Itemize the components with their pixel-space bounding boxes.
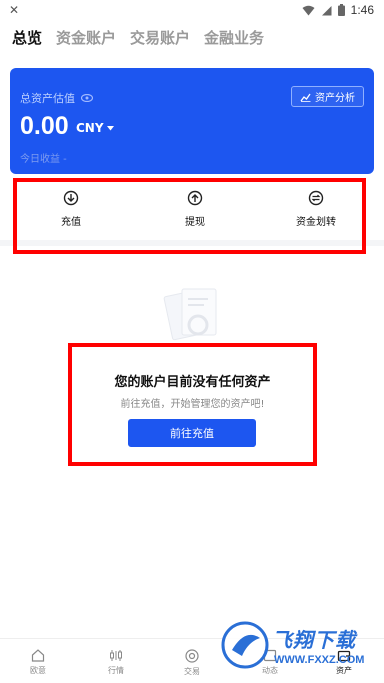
total-assets-label-row: 总资产估值 xyxy=(20,90,93,106)
nav-item-trade[interactable]: 交易 xyxy=(162,649,222,677)
watermark-text: 飞翔下载 xyxy=(272,628,356,652)
wifi-icon xyxy=(302,5,315,15)
status-icons: 1:46 xyxy=(302,3,374,17)
status-bar: ✕ 1:46 xyxy=(0,0,384,20)
asset-analysis-label: 资产分析 xyxy=(315,93,355,104)
status-time: 1:46 xyxy=(350,3,374,17)
nav-item-home[interactable]: 欧意 xyxy=(8,649,68,676)
currency-label: CNY xyxy=(76,121,104,135)
tab-funding-account[interactable]: 资金账户 xyxy=(56,27,116,48)
deposit-icon xyxy=(63,190,79,206)
transfer-action[interactable]: 资金划转 xyxy=(276,190,356,228)
tab-trading-account[interactable]: 交易账户 xyxy=(130,27,190,48)
transfer-icon xyxy=(308,190,324,206)
watermark-logo-icon xyxy=(221,621,269,669)
notification-icon: ✕ xyxy=(9,3,20,17)
total-assets-value: 0.00 xyxy=(20,112,69,140)
eye-icon[interactable] xyxy=(81,94,93,102)
tab-overview[interactable]: 总览 xyxy=(12,27,42,48)
go-deposit-button[interactable]: 前往充值 xyxy=(128,419,256,447)
account-tabs: 总览 资金账户 交易账户 金融业务 xyxy=(12,27,264,48)
empty-state-title: 您的账户目前没有任何资产 xyxy=(114,375,271,390)
nav-label-home: 欧意 xyxy=(30,666,46,675)
nav-item-market[interactable]: 行情 xyxy=(86,649,146,676)
actions-highlight-box: 充值 提现 资金划转 xyxy=(13,178,366,254)
chart-icon xyxy=(300,93,311,102)
currency-selector[interactable]: CNY xyxy=(76,121,114,135)
watermark-url: WWW.FXXZ.COM xyxy=(274,654,365,666)
deposit-action[interactable]: 充值 xyxy=(31,190,111,228)
tab-financial-services[interactable]: 金融业务 xyxy=(204,27,264,48)
empty-state-subtitle: 前往充值，开始管理您的资产吧! xyxy=(120,399,265,410)
empty-state-highlight-box: 您的账户目前没有任何资产 前往充值，开始管理您的资产吧! 前往充值 xyxy=(68,343,317,466)
trade-icon xyxy=(185,649,199,663)
today-income: 今日收益 - xyxy=(20,154,67,165)
home-icon xyxy=(31,649,45,662)
withdraw-action[interactable]: 提现 xyxy=(155,190,235,228)
transfer-label: 资金划转 xyxy=(296,217,336,228)
total-assets-label: 总资产估值 xyxy=(20,92,75,105)
withdraw-icon xyxy=(187,190,203,206)
deposit-label: 充值 xyxy=(61,217,81,228)
empty-documents-icon xyxy=(163,288,217,341)
nav-label-market: 行情 xyxy=(108,666,124,675)
site-watermark: 飞翔下载 WWW.FXXZ.COM xyxy=(218,610,378,683)
asset-analysis-button[interactable]: 资产分析 xyxy=(291,86,364,107)
caret-down-icon xyxy=(106,125,114,130)
asset-card: 总资产估值 0.00 CNY 今日收益 - 资产分析 xyxy=(10,68,374,174)
signal-icon xyxy=(321,5,332,15)
nav-label-trade: 交易 xyxy=(184,667,200,676)
market-icon xyxy=(110,650,122,661)
battery-icon xyxy=(337,4,345,16)
withdraw-label: 提现 xyxy=(185,217,205,228)
